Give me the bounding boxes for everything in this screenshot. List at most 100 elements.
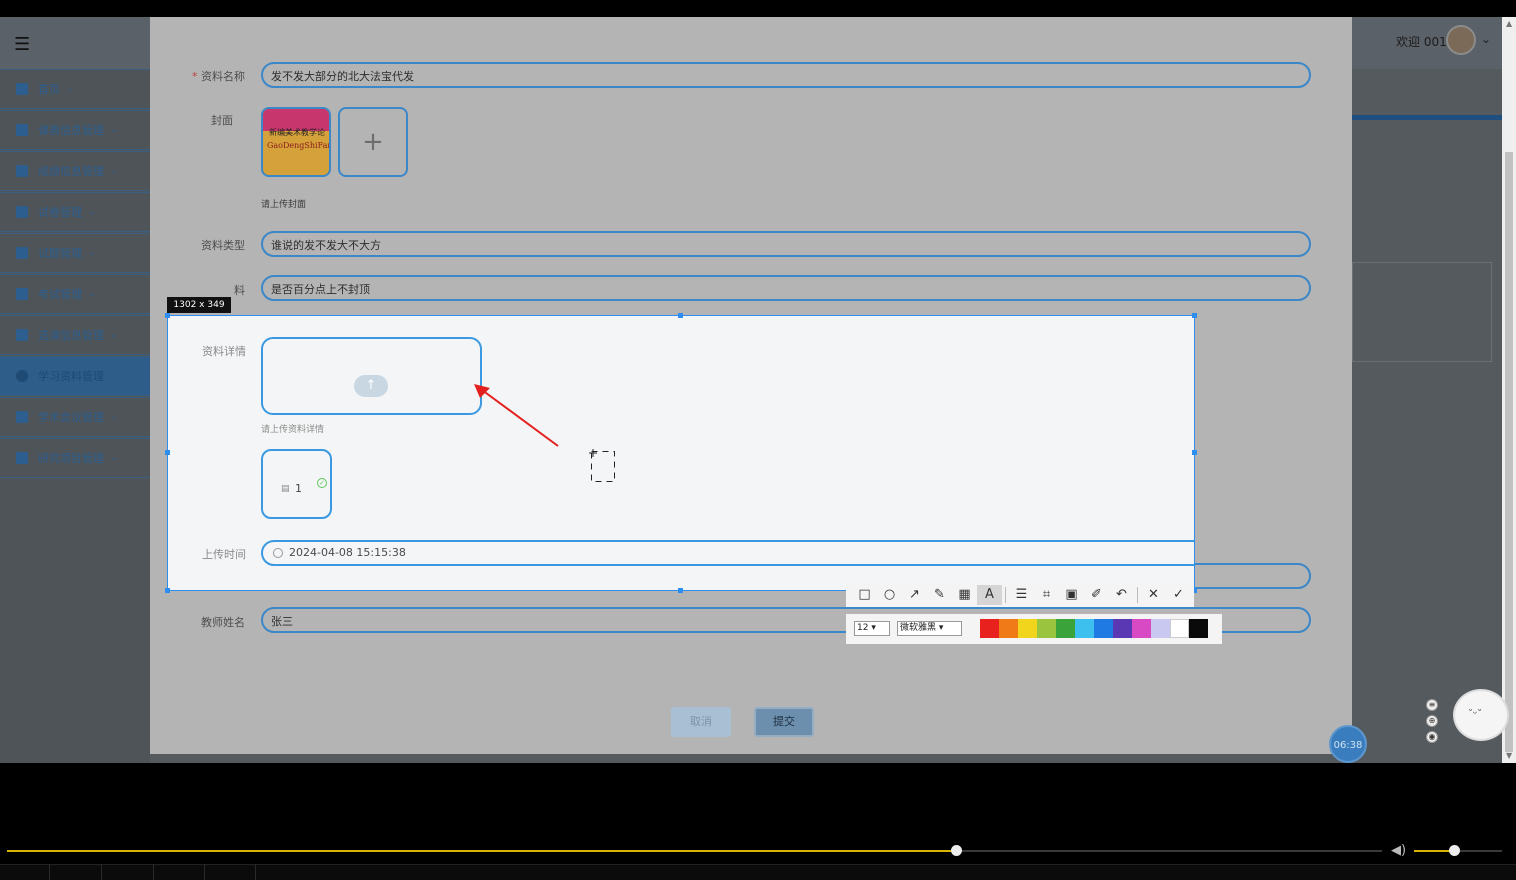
sidebar-item-conferences[interactable]: 学术会议管理 ⌄ — [0, 397, 150, 437]
sidebar-item-schedule[interactable]: 课表信息管理 ⌄ — [0, 110, 150, 150]
scroll-down-icon[interactable]: ▼ — [1506, 751, 1512, 760]
font-size-select[interactable]: 12 ▾ — [854, 621, 890, 636]
chevron-down-icon[interactable]: ⌄ — [1481, 32, 1491, 46]
sidebar-item-materials[interactable]: 学习资料管理 ⌄ — [0, 356, 150, 396]
undo-icon[interactable]: ↶ — [1109, 585, 1134, 605]
color-swatch[interactable] — [1189, 619, 1208, 638]
divider — [49, 864, 50, 880]
resize-handle[interactable] — [1192, 450, 1197, 455]
material-label: 料 — [234, 284, 245, 297]
sidebar-item-label: 成绩信息管理 — [38, 165, 104, 178]
sidebar: 首页 ⌄ 课表信息管理 ⌄ 成绩信息管理 ⌄ 试卷管理 ⌄ 试题管理 ⌄ 考试管… — [0, 69, 150, 763]
name-input[interactable]: 发不发大部分的北大法宝代发 — [261, 62, 1311, 88]
timer-badge[interactable]: 06:38 — [1329, 725, 1367, 763]
text-icon[interactable]: A — [977, 584, 1002, 605]
add-cover-button[interactable]: + — [338, 107, 408, 177]
material-input[interactable]: 是否百分点上不封顶 — [261, 275, 1311, 301]
sidebar-item-grades[interactable]: 成绩信息管理 ⌄ — [0, 151, 150, 191]
color-palette — [980, 619, 1208, 638]
sidebar-item-papers[interactable]: 试卷管理 ⌄ — [0, 192, 150, 232]
color-swatch[interactable] — [980, 619, 999, 638]
sidebar-item-label: 选课信息管理 — [38, 329, 104, 342]
sidebar-item-label: 试卷管理 — [38, 206, 82, 219]
font-family-select[interactable]: 微软雅黑 ▾ — [897, 621, 962, 636]
edit-icon[interactable]: ✐ — [1084, 585, 1109, 605]
scrollbar[interactable]: ▲ ▼ — [1502, 17, 1516, 763]
file-name: 1 — [295, 482, 302, 495]
volume-icon[interactable]: ◀) — [1391, 843, 1406, 858]
capture-size-label: 1302 x 349 — [167, 297, 231, 313]
sidebar-item-label: 学术会议管理 — [38, 411, 104, 424]
color-swatch[interactable] — [1075, 619, 1094, 638]
submit-button[interactable]: 提交 — [754, 707, 814, 737]
save-icon[interactable]: ▣ — [1059, 585, 1084, 605]
seek-handle[interactable] — [950, 845, 962, 856]
color-swatch[interactable] — [999, 619, 1018, 638]
cover-image[interactable]: 新编美术教学论 GaoDengShiFan — [261, 107, 331, 177]
type-input[interactable]: 谁说的发不发大不大方 — [261, 231, 1311, 257]
color-swatch[interactable] — [1113, 619, 1132, 638]
seek-progress — [7, 850, 956, 852]
arrow-icon[interactable]: ↗ — [902, 585, 927, 605]
close-icon[interactable]: ✕ — [1141, 585, 1166, 605]
detail-upload-area[interactable]: ↑ — [261, 337, 482, 415]
resize-handle[interactable] — [1192, 313, 1197, 318]
welcome-text: 欢迎 001 — [1396, 35, 1447, 49]
ocr-icon[interactable]: ⌗ — [1034, 585, 1059, 605]
color-swatch[interactable] — [1132, 619, 1151, 638]
cover-hint: 请上传封面 — [261, 200, 307, 210]
cancel-button[interactable]: 取消 — [671, 707, 731, 737]
menu-icon[interactable]: ☰ — [14, 34, 30, 55]
resize-handle[interactable] — [165, 588, 170, 593]
resize-handle[interactable] — [678, 588, 683, 593]
time-input[interactable]: 2024-04-08 15:15:38 — [261, 540, 1194, 566]
sidebar-item-home[interactable]: 首页 ⌄ — [0, 69, 150, 109]
chevron-down-icon: ⌄ — [110, 453, 118, 463]
name-label: * 资料名称 — [192, 70, 245, 83]
sidebar-item-label: 考试管理 — [38, 288, 82, 301]
color-swatch[interactable] — [1170, 619, 1189, 638]
schedule-icon — [16, 124, 28, 136]
sidebar-item-label: 试题管理 — [38, 247, 82, 260]
divider — [101, 864, 102, 880]
sidebar-item-projects[interactable]: 研究项目管理 ⌄ — [0, 438, 150, 478]
avatar[interactable] — [1446, 25, 1476, 55]
confirm-icon[interactable]: ✓ — [1166, 585, 1191, 605]
color-swatch[interactable] — [1018, 619, 1037, 638]
color-swatch[interactable] — [1056, 619, 1075, 638]
rect-icon[interactable]: □ — [852, 585, 877, 605]
detail-hint: 请上传资料详情 — [261, 425, 325, 435]
video-player-bar: ◀) — [0, 763, 1516, 880]
color-swatch[interactable] — [1094, 619, 1113, 638]
resize-handle[interactable] — [165, 450, 170, 455]
color-swatch[interactable] — [1151, 619, 1170, 638]
menu-icon[interactable]: ≡ — [1426, 699, 1438, 711]
sidebar-item-label: 首页 — [38, 83, 60, 96]
chevron-down-icon: ⌄ — [66, 84, 74, 94]
resize-handle[interactable] — [678, 313, 683, 318]
cover-label: 封面 — [211, 114, 233, 127]
check-circle-icon: ✓ — [317, 478, 327, 488]
chevron-down-icon: ⌄ — [110, 330, 118, 340]
mosaic-icon[interactable]: ▦ — [952, 585, 977, 605]
grid-icon[interactable]: ⊕ — [1426, 715, 1438, 727]
pet-icon[interactable]: ◉ — [1426, 731, 1438, 743]
color-swatch[interactable] — [1037, 619, 1056, 638]
capture-region[interactable]: 资料详情 ↑ 请上传资料详情 ▤ 1 ✓ 上传时间 2024-04-08 15:… — [167, 315, 1195, 591]
uploaded-file-card[interactable]: ▤ 1 ✓ — [261, 449, 332, 519]
sidebar-item-course-selection[interactable]: 选课信息管理 ⌄ — [0, 315, 150, 355]
volume-fill — [1414, 850, 1454, 852]
resize-handle[interactable] — [165, 313, 170, 318]
pen-icon[interactable]: ✎ — [927, 585, 952, 605]
sidebar-item-questions[interactable]: 试题管理 ⌄ — [0, 233, 150, 273]
scroll-up-icon[interactable]: ▲ — [1506, 19, 1512, 28]
grades-icon — [16, 165, 28, 177]
scrollbar-thumb[interactable] — [1505, 152, 1513, 752]
home-icon — [16, 83, 28, 95]
grid-icon — [16, 452, 28, 464]
volume-handle[interactable] — [1448, 845, 1460, 856]
pin-icon[interactable]: ☰ — [1009, 585, 1034, 605]
sidebar-item-exams[interactable]: 考试管理 ⌄ — [0, 274, 150, 314]
arrow-annotation — [474, 384, 559, 447]
ellipse-icon[interactable]: ○ — [877, 585, 902, 605]
